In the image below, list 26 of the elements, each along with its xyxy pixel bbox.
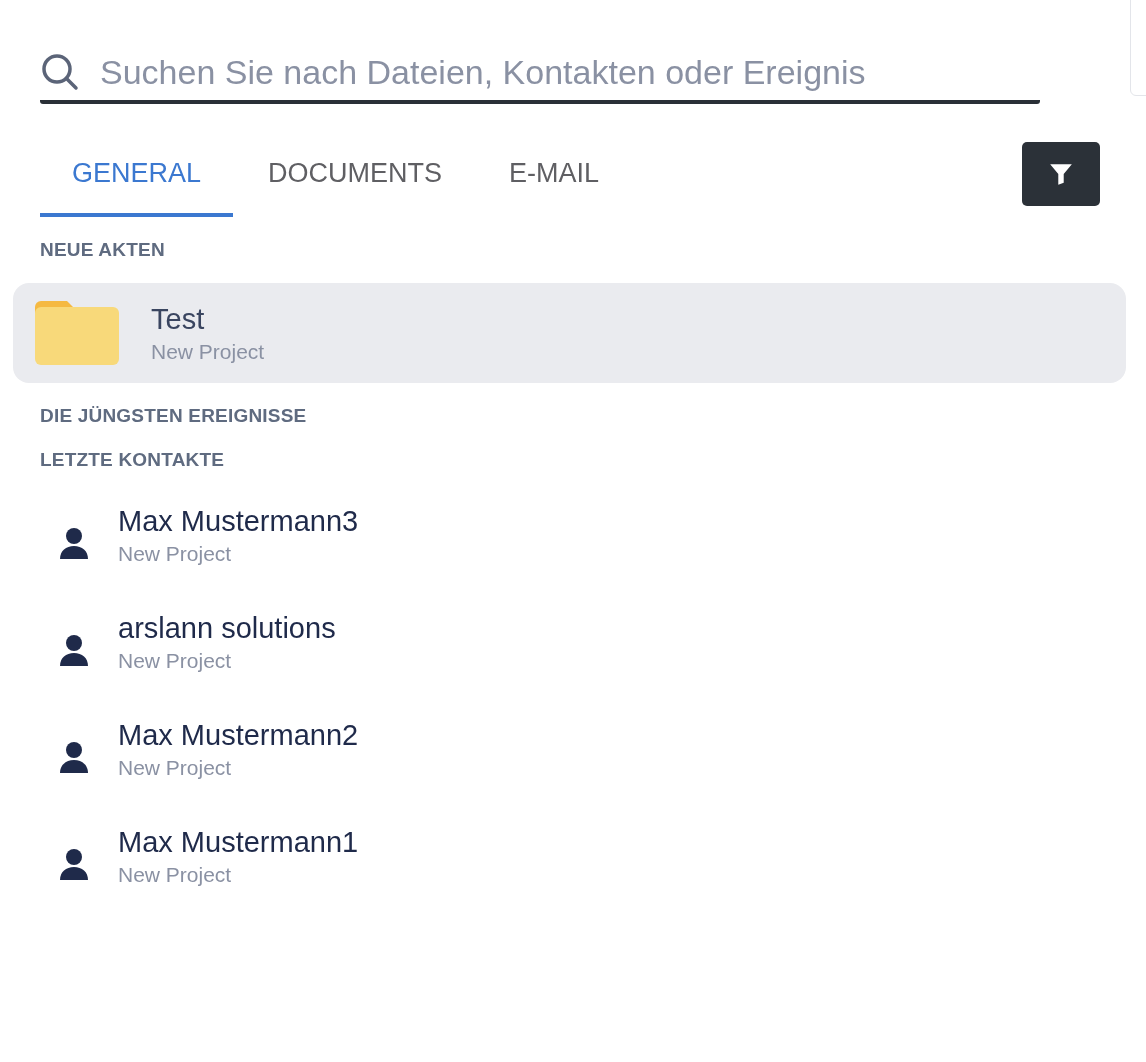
contact-subtitle: New Project (118, 756, 233, 780)
person-icon (60, 633, 88, 666)
filter-icon (1048, 161, 1074, 187)
person-icon (60, 526, 88, 559)
contact-subtitle: New Project (118, 863, 233, 887)
tab[interactable]: DOCUMENTS (236, 142, 475, 217)
section-heading: LETZTE KONTAKTE (40, 449, 226, 471)
folder-icon (35, 301, 119, 365)
contact-name[interactable]: Max Mustermann1 (118, 826, 359, 859)
tab[interactable]: GENERAL (40, 142, 234, 217)
contact-name[interactable]: arslann solutions (118, 612, 336, 645)
contact-subtitle: New Project (118, 649, 233, 673)
contact-name[interactable]: Max Mustermann3 (118, 505, 359, 538)
search-field[interactable]: Suchen Sie nach Dateien, Kontakten oder Ereignis (40, 44, 1040, 104)
section-heading: NEUE AKTEN (40, 239, 166, 261)
person-icon (60, 847, 88, 880)
tab[interactable]: E-MAIL (477, 142, 632, 217)
file-item[interactable]: Test New Project (13, 283, 1126, 383)
search-icon (40, 52, 80, 92)
contact-name[interactable]: Max Mustermann2 (118, 719, 359, 752)
section-heading: DIE JÜNGSTEN EREIGNISSE (40, 405, 308, 427)
filter-button[interactable] (1022, 142, 1100, 206)
contact-subtitle: New Project (118, 542, 233, 566)
file-name: Test (151, 302, 206, 336)
person-icon (60, 740, 88, 773)
file-subtitle: New Project (151, 339, 265, 364)
